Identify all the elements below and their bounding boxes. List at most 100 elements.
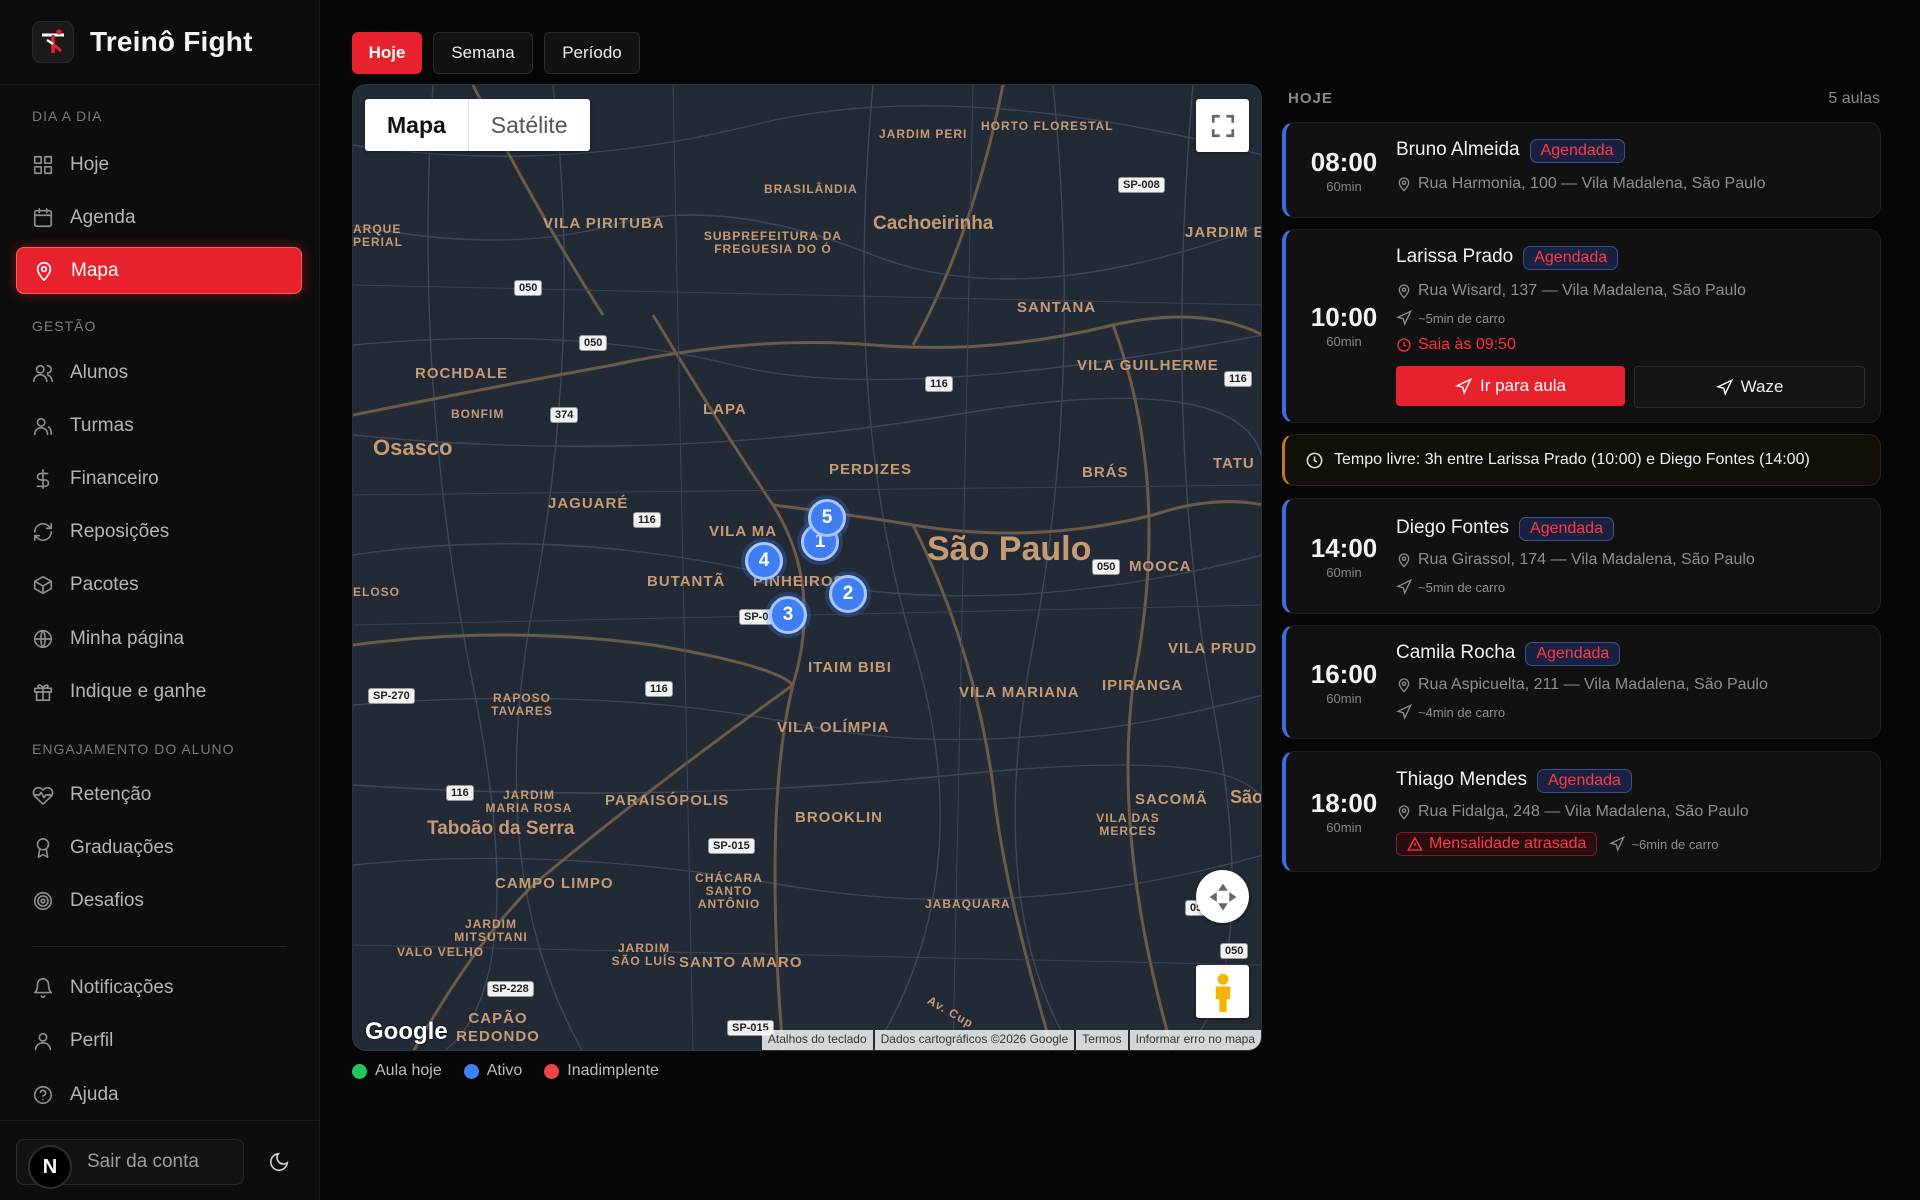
clock-icon — [1397, 338, 1411, 352]
map-label: CHÁCARA SANTO ANTÔNIO — [695, 871, 763, 911]
waze-button[interactable]: Waze — [1634, 366, 1865, 408]
drive-time: ~5min de carro — [1396, 579, 1505, 595]
class-card[interactable]: 14:00 60min Diego Fontes Agendada Rua Gir… — [1282, 498, 1881, 614]
sidebar-item-ajuda[interactable]: Ajuda — [16, 1071, 302, 1118]
road-shield: 116 — [446, 785, 474, 801]
class-duration: 60min — [1326, 820, 1362, 835]
heart-pulse-icon — [32, 786, 54, 805]
sidebar-item-desafios[interactable]: Desafios — [16, 877, 302, 924]
drive-time-text: ~5min de carro — [1418, 579, 1506, 595]
map-label: BROOKLIN — [795, 809, 883, 826]
sidebar-item-retencao[interactable]: Retenção — [16, 771, 302, 818]
sidebar-item-minha-pagina[interactable]: Minha página — [16, 615, 302, 662]
sidebar-item-perfil[interactable]: Perfil — [16, 1017, 302, 1064]
keyboard-shortcuts-link[interactable]: Atalhos do teclado — [761, 1030, 873, 1050]
map-label: SANTO AMARO — [679, 954, 803, 971]
sidebar-item-indique[interactable]: Indique e ganhe — [16, 668, 302, 715]
map-label: JARDIM E — [1185, 224, 1262, 241]
class-time: 18:00 — [1310, 788, 1378, 818]
student-name: Diego Fontes Agendada — [1396, 517, 1614, 541]
map-label: IPIRANGA — [1102, 677, 1184, 694]
map-cluster-marker[interactable]: 4 — [745, 542, 783, 580]
gift-icon — [33, 683, 53, 701]
road-shield: SP-228 — [487, 981, 534, 997]
map-label: São — [1230, 787, 1262, 807]
theme-toggle-button[interactable] — [264, 1147, 294, 1177]
sidebar-item-financeiro[interactable]: Financeiro — [16, 455, 302, 502]
sidebar-item-pacotes[interactable]: Pacotes — [16, 561, 302, 608]
class-card[interactable]: 10:00 60min Larissa Prado Agendada Rua Wi… — [1282, 229, 1881, 423]
drive-time-text: ~4min de carro — [1418, 704, 1506, 720]
sidebar-item-notificacoes[interactable]: Notificações — [16, 964, 302, 1011]
sidebar-item-alunos[interactable]: Alunos — [16, 349, 302, 396]
class-card[interactable]: 08:00 60min Bruno Almeida Agendada Rua Ha… — [1282, 122, 1881, 218]
sidebar-item-label: Pacotes — [70, 573, 139, 595]
sidebar-item-label: Agenda — [70, 206, 136, 228]
road-shield: SP-015 — [708, 838, 755, 854]
map-label: RAPOSO TAVARES — [491, 691, 553, 718]
fullscreen-icon — [1211, 114, 1234, 137]
map-type-satelite-button[interactable]: Satélite — [469, 99, 590, 151]
student-name-text: Diego Fontes — [1396, 517, 1510, 538]
class-card[interactable]: 16:00 60min Camila Rocha Agendada Rua Asp… — [1282, 625, 1881, 739]
avatar[interactable]: N — [28, 1145, 72, 1189]
map-label: ROCHDALE — [415, 365, 508, 382]
legend-dot — [463, 1063, 479, 1079]
go-to-class-button[interactable]: Ir para aula — [1396, 366, 1625, 406]
sidebar: Treinô Fight DIA A DIA Hoje Agenda Mapa … — [0, 0, 320, 1200]
map-pan-control[interactable] — [1196, 870, 1249, 923]
sidebar-item-mapa[interactable]: Mapa — [16, 247, 302, 294]
class-address: Rua Girassol, 174 — Vila Madalena, São P… — [1396, 551, 1755, 569]
terms-link[interactable]: Termos — [1076, 1030, 1128, 1050]
report-error-link[interactable]: Informar erro no mapa — [1129, 1030, 1261, 1050]
map-label: MOOCA — [1129, 558, 1192, 575]
legend-item: Ativo — [463, 1062, 522, 1080]
sidebar-item-label: Desafios — [70, 889, 144, 911]
class-time: 08:00 — [1310, 147, 1378, 177]
student-name: Thiago Mendes Agendada — [1396, 769, 1632, 793]
map-label: ELOSO — [353, 585, 401, 599]
user-icon — [34, 1032, 52, 1050]
grid-icon — [33, 155, 53, 174]
map-cluster-marker[interactable]: 3 — [769, 596, 807, 634]
map-cluster-marker[interactable]: 2 — [829, 575, 867, 613]
map-pin-icon — [1398, 177, 1410, 192]
alert-triangle-icon — [1407, 836, 1423, 851]
class-time: 14:00 — [1310, 533, 1378, 563]
sidebar-item-turmas[interactable]: Turmas — [16, 402, 302, 449]
sidebar-item-agenda[interactable]: Agenda — [16, 194, 302, 241]
refresh-icon — [33, 522, 53, 541]
tab-semana[interactable]: Semana — [433, 32, 533, 74]
legend-dot — [352, 1063, 367, 1079]
map-label: TATU — [1213, 455, 1255, 472]
tab-periodo[interactable]: Período — [544, 32, 640, 74]
brand[interactable]: Treinô Fight — [0, 0, 319, 85]
navigation-icon — [1396, 704, 1412, 720]
map-label: PERDIZES — [829, 461, 913, 478]
address-text: Rua Wisard, 137 — Vila Madalena, São Pau… — [1418, 282, 1746, 299]
free-time-banner: Tempo livre: 3h entre Larissa Prado (10:… — [1282, 434, 1881, 486]
address-text: Rua Fidalga, 248 — Vila Madalena, São Pa… — [1418, 803, 1749, 820]
map-cluster-marker[interactable]: 5 — [808, 499, 846, 537]
fullscreen-button[interactable] — [1196, 99, 1249, 152]
address-text: Rua Aspicuelta, 211 — Vila Madalena, São… — [1418, 676, 1768, 693]
sidebar-item-hoje[interactable]: Hoje — [16, 141, 302, 188]
sidebar-item-label: Hoje — [70, 153, 110, 175]
clock-icon — [1306, 452, 1323, 468]
sidebar-item-reposicoes[interactable]: Reposições — [16, 508, 302, 555]
map[interactable]: São Paulo Osasco Cachoeirinha Taboão da … — [352, 84, 1262, 1051]
sidebar-item-label: Ajuda — [70, 1083, 119, 1105]
panel-title: HOJE — [1288, 90, 1333, 107]
class-address: Rua Fidalga, 248 — Vila Madalena, São Pa… — [1396, 803, 1749, 821]
map-label: Cachoeirinha — [873, 213, 994, 234]
tab-hoje[interactable]: Hoje — [352, 32, 422, 74]
class-card[interactable]: 18:00 60min Thiago Mendes Agendada Rua Fi… — [1282, 751, 1881, 872]
brand-name: Treinô Fight — [90, 26, 253, 57]
road-shield: 050 — [1220, 943, 1249, 959]
map-pin-icon — [36, 261, 52, 281]
dollar-icon — [36, 468, 50, 489]
map-type-mapa-button[interactable]: Mapa — [365, 99, 469, 151]
street-view-pegman[interactable] — [1196, 965, 1249, 1018]
map-label: JAGUARÉ — [548, 495, 629, 512]
sidebar-item-graduacoes[interactable]: Graduações — [16, 824, 302, 871]
